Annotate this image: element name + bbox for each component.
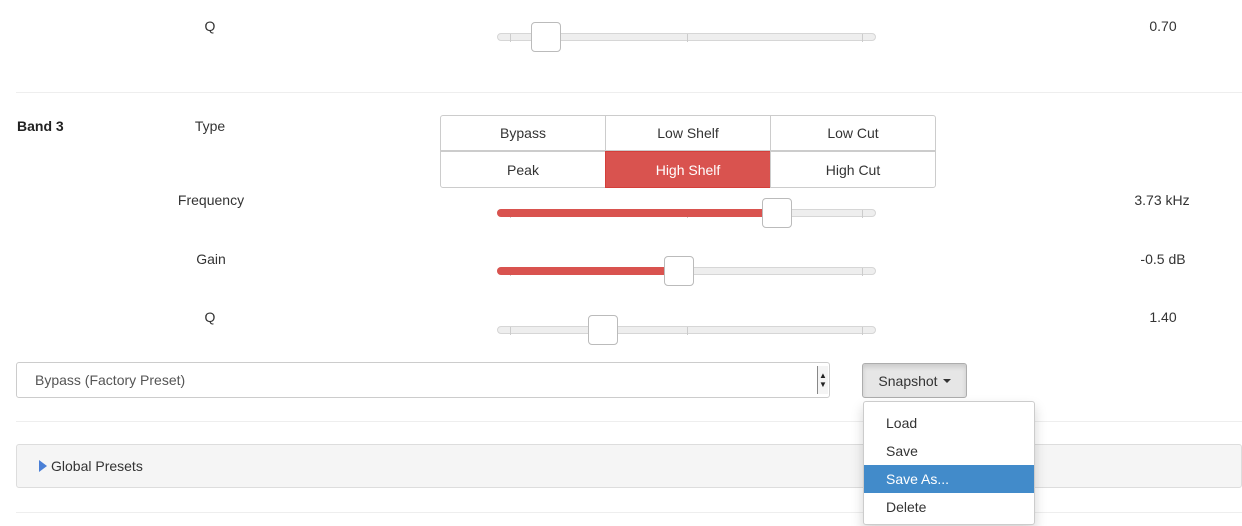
slider-fill: [497, 267, 679, 275]
type-low-shelf-button[interactable]: Low Shelf: [605, 115, 771, 151]
slider-handle[interactable]: [531, 22, 562, 52]
band3-frequency-label: Frequency: [177, 192, 245, 208]
snapshot-button[interactable]: Snapshot: [862, 363, 967, 398]
band2-q-slider[interactable]: [497, 22, 876, 52]
band2-q-value: 0.70: [1149, 18, 1177, 34]
snapshot-menu: Load Save Save As... Delete: [863, 401, 1035, 525]
type-peak-button[interactable]: Peak: [440, 151, 606, 188]
select-arrow-icon[interactable]: ▲ ▼: [817, 366, 828, 394]
menu-item-delete[interactable]: Delete: [864, 493, 1034, 521]
slider-track: [497, 326, 876, 335]
band3-title: Band 3: [17, 118, 64, 134]
band2-q-label: Q: [204, 18, 216, 34]
menu-item-load[interactable]: Load: [864, 409, 1034, 437]
band3-gain-label: Gain: [196, 251, 226, 267]
slider-handle[interactable]: [663, 256, 694, 286]
slider-handle[interactable]: [588, 315, 619, 345]
menu-item-save[interactable]: Save: [864, 437, 1034, 465]
type-high-shelf-button[interactable]: High Shelf: [605, 151, 771, 188]
slider-fill: [497, 209, 778, 217]
band3-gain-value: -0.5 dB: [1140, 251, 1186, 267]
type-high-cut-button[interactable]: High Cut: [770, 151, 936, 188]
snapshot-button-label: Snapshot: [878, 372, 938, 389]
slider-handle[interactable]: [762, 198, 793, 228]
preset-select[interactable]: Bypass (Factory Preset) ▲ ▼: [16, 362, 830, 398]
band3-q-label: Q: [204, 309, 216, 325]
global-presets-label: Global Presets: [51, 458, 143, 474]
divider: [16, 421, 1242, 422]
band3-q-slider[interactable]: [497, 315, 876, 345]
preset-select-value: Bypass (Factory Preset): [35, 372, 186, 388]
caret-down-icon: [942, 378, 951, 383]
global-presets-panel[interactable]: Global Presets: [16, 444, 1242, 488]
band3-frequency-slider[interactable]: [497, 198, 876, 228]
type-low-cut-button[interactable]: Low Cut: [770, 115, 936, 151]
band3-type-label: Type: [194, 118, 226, 134]
band3-gain-slider[interactable]: [497, 256, 876, 286]
band3-q-value: 1.40: [1149, 309, 1177, 325]
expand-triangle-icon: [39, 460, 47, 472]
menu-item-save-as[interactable]: Save As...: [864, 465, 1034, 493]
divider: [16, 92, 1242, 93]
divider: [16, 512, 1242, 513]
band3-frequency-value: 3.73 kHz: [1134, 192, 1190, 208]
type-bypass-button[interactable]: Bypass: [440, 115, 606, 151]
